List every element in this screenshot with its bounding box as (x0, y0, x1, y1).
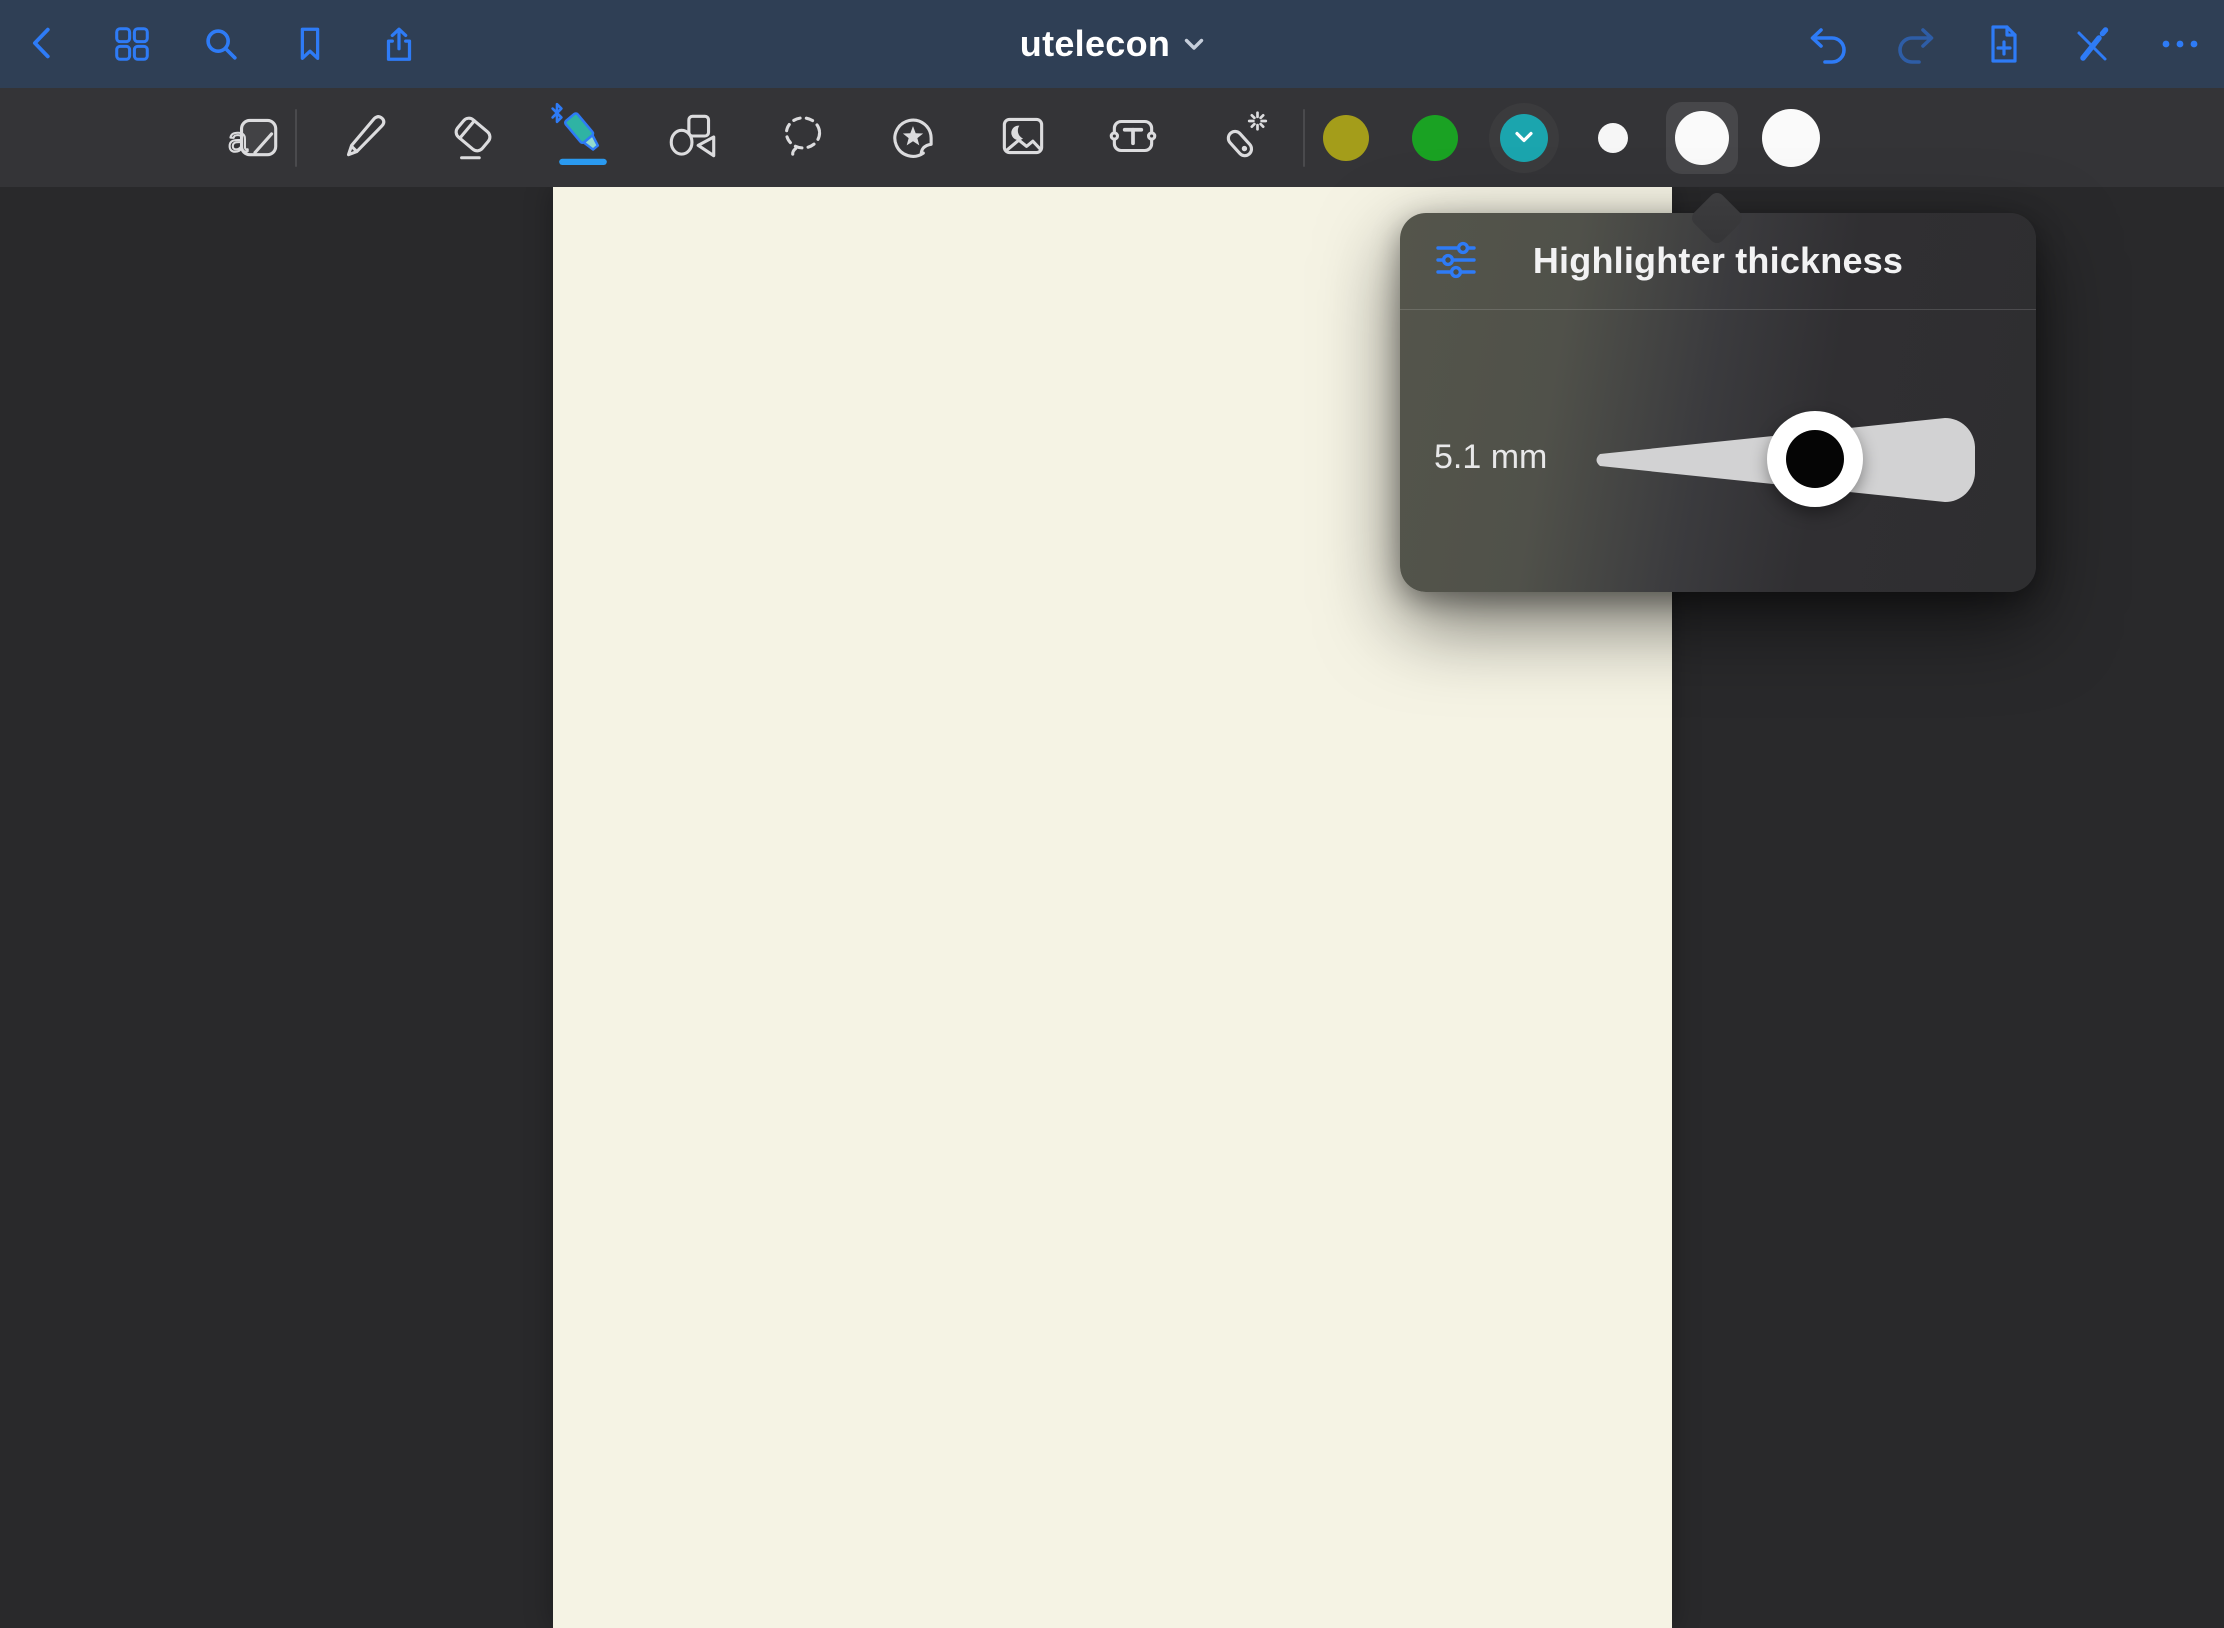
back-button[interactable] (15, 0, 71, 88)
popover-header: Highlighter thickness (1400, 213, 2036, 310)
undo-button[interactable] (1800, 0, 1856, 88)
lasso-icon (774, 107, 832, 168)
laser-pointer-icon (1214, 107, 1272, 168)
tool-image[interactable] (987, 102, 1059, 174)
add-page-button[interactable] (1976, 0, 2032, 88)
document-title[interactable]: utelecon (1020, 23, 1170, 65)
pen-icon (334, 107, 392, 168)
thickness-preset-medium-selected[interactable] (1666, 102, 1738, 174)
svg-text:a: a (228, 121, 248, 160)
undo-icon (1806, 22, 1850, 66)
top-navigation-bar: utelecon (0, 0, 2224, 88)
thickness-preset-large[interactable] (1755, 102, 1827, 174)
ellipsis-icon (2158, 22, 2202, 66)
teal-color-dot (1500, 114, 1548, 162)
redo-icon (1894, 22, 1938, 66)
small-thickness-dot (1598, 123, 1628, 153)
bookmark-button[interactable] (282, 0, 338, 88)
slider-thumb-inner (1786, 430, 1844, 488)
redo-button[interactable] (1888, 0, 1944, 88)
highlighter-thickness-popover: Highlighter thickness 5.1 mm (1400, 213, 2036, 592)
color-swatch-green[interactable] (1399, 102, 1471, 174)
tool-highlighter[interactable] (547, 102, 619, 174)
zoom-window-icon: a (226, 107, 284, 168)
topbar-right-group (1800, 0, 2224, 88)
share-icon (378, 23, 420, 65)
edit-toggle-button[interactable] (2064, 0, 2120, 88)
more-button[interactable] (2152, 0, 2208, 88)
bookmark-icon (289, 23, 331, 65)
thickness-value-label: 5.1 mm (1434, 438, 1547, 477)
search-icon (200, 23, 242, 65)
green-color-dot (1412, 115, 1458, 161)
tool-text[interactable] (1097, 102, 1169, 174)
popover-body: 5.1 mm (1400, 310, 2036, 591)
selected-color-ring (1489, 103, 1559, 173)
tool-eraser[interactable] (437, 102, 509, 174)
topbar-left-group (0, 0, 427, 88)
bluetooth-icon (549, 102, 565, 127)
tool-zoom-window[interactable]: a (219, 102, 291, 174)
tools-toolbar: a (0, 88, 2224, 187)
eraser-icon (444, 107, 502, 168)
chevron-down-icon (1514, 131, 1534, 144)
color-swatch-olive[interactable] (1310, 102, 1382, 174)
tool-lasso[interactable] (767, 102, 839, 174)
document-plus-icon (1982, 22, 2026, 66)
thickness-slider[interactable] (1593, 414, 1978, 506)
olive-color-dot (1323, 115, 1369, 161)
tool-pointer[interactable] (1207, 102, 1279, 174)
tool-pen[interactable] (327, 102, 399, 174)
share-button[interactable] (371, 0, 427, 88)
popover-title: Highlighter thickness (1400, 240, 2036, 282)
thickness-preset-small[interactable] (1577, 102, 1649, 174)
thumbnails-button[interactable] (104, 0, 160, 88)
tool-shapes[interactable] (657, 102, 729, 174)
chevron-left-icon (22, 23, 64, 65)
large-thickness-dot (1762, 109, 1820, 167)
chevron-down-icon[interactable] (1184, 38, 1204, 51)
color-swatch-teal-selected[interactable] (1488, 102, 1560, 174)
tool-stickers[interactable] (877, 102, 949, 174)
grid-icon (111, 23, 153, 65)
slider-thumb[interactable] (1767, 411, 1863, 507)
medium-thickness-dot (1675, 111, 1729, 165)
sticker-star-icon (884, 107, 942, 168)
pen-cross-icon (2070, 22, 2114, 66)
toolbar-divider (1303, 109, 1305, 167)
text-icon (1104, 107, 1162, 168)
search-button[interactable] (193, 0, 249, 88)
image-icon (994, 107, 1052, 168)
toolbar-divider (295, 109, 297, 167)
app-window: utelecon (0, 0, 2224, 1628)
shapes-icon (664, 107, 722, 168)
